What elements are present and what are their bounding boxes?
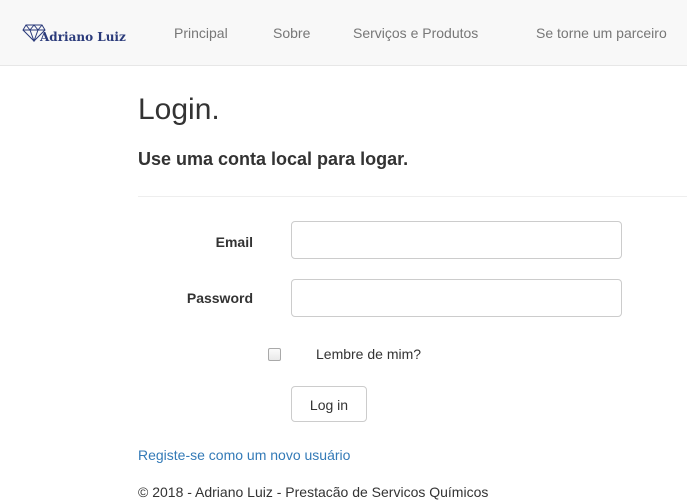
password-field[interactable]	[291, 279, 622, 317]
password-label: Password	[186, 290, 253, 306]
page-subtitle: Use uma conta local para logar.	[138, 149, 409, 169]
divider	[138, 196, 687, 197]
register-link[interactable]: Registe-se como um novo usuário	[138, 447, 350, 463]
brand-name: Adriano Luiz	[40, 30, 126, 44]
brand-link[interactable]: Adriano Luiz	[22, 22, 126, 46]
email-label: Email	[215, 234, 253, 250]
remember-me-checkbox[interactable]	[268, 348, 281, 361]
page-title: Login.	[138, 93, 220, 126]
nav-link-parceiro[interactable]: Se torne um parceiro	[536, 25, 667, 41]
login-button[interactable]: Log in	[291, 386, 367, 422]
remember-me-label: Lembre de mim?	[316, 346, 422, 362]
email-field[interactable]	[291, 221, 622, 259]
nav-link-servicos-produtos[interactable]: Serviços e Produtos	[353, 25, 478, 41]
nav-link-principal[interactable]: Principal	[174, 25, 228, 41]
navbar: Adriano Luiz Principal Sobre Serviços e …	[0, 0, 687, 66]
nav-link-sobre[interactable]: Sobre	[273, 25, 310, 41]
